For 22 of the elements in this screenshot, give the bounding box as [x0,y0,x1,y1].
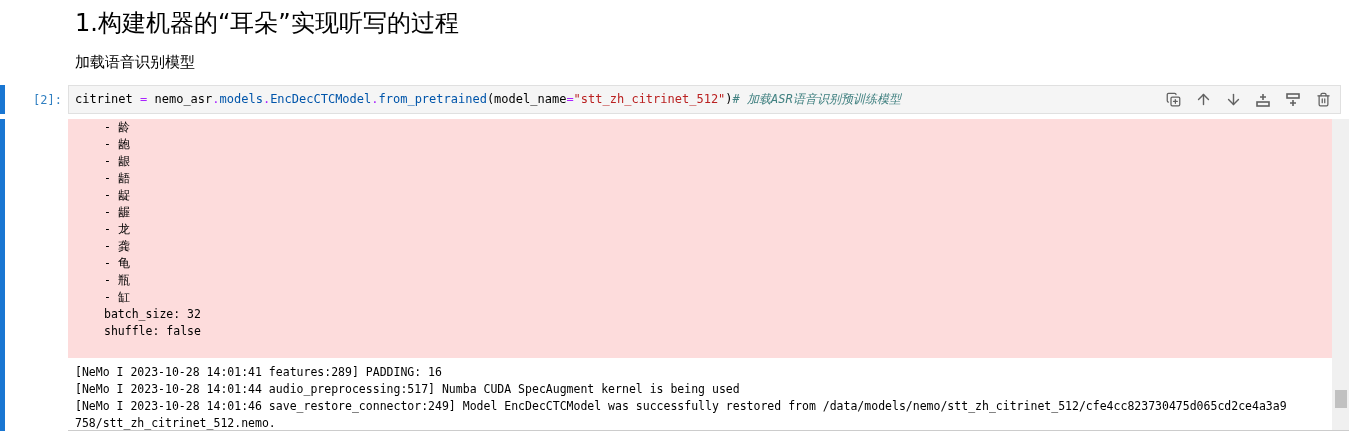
output-line: batch_size: 32 [104,306,202,323]
output-line: - 龄 [104,119,131,136]
output-line: - 龊 [104,187,131,204]
output-line: - 瓶 [104,272,131,289]
cell-prompt: [2]: [32,92,63,107]
log-line: [NeMo I 2023-10-28 14:01:44 audio_preprocessing:517] Numba CUDA SpecAugment kernel is being used [75,381,741,398]
log-line: 758/stt_zh_citrinet_512.nemo. [75,415,277,430]
log-line: [NeMo I 2023-10-28 14:01:46 save_restore_connector:249] Model EncDecCTCModel was successfully restored from /data/models/nemo/stt_zh_citrinet_512/cfe4cc823730475d065cd2ce4a3a9 [75,398,1288,415]
output-line: shuffle: false [104,323,202,340]
output-line: - 龉 [104,170,131,187]
code-input[interactable]: citrinet = nemo_asr.models.EncDecCTCModel.from_pretrained(model_name="stt_zh_citrinet_512")# 加载ASR语音识别预训练模型 [68,85,1341,114]
output-line: - 龈 [104,153,131,170]
scrollbar[interactable] [1332,119,1349,430]
output-line: - 龙 [104,221,131,238]
paragraph: 加载语音识别模型 [75,52,196,72]
output-line: - 龚 [104,238,131,255]
output-line: - 缸 [104,289,131,306]
output-line: - 龟 [104,255,131,272]
log-line: [NeMo I 2023-10-28 14:01:41 features:289] PADDING: 16 [75,364,443,381]
output-line: - 龌 [104,204,131,221]
output-line: - 龅 [104,136,131,153]
section-heading: 1.构建机器的“耳朵”实现听写的过程 [75,8,460,39]
